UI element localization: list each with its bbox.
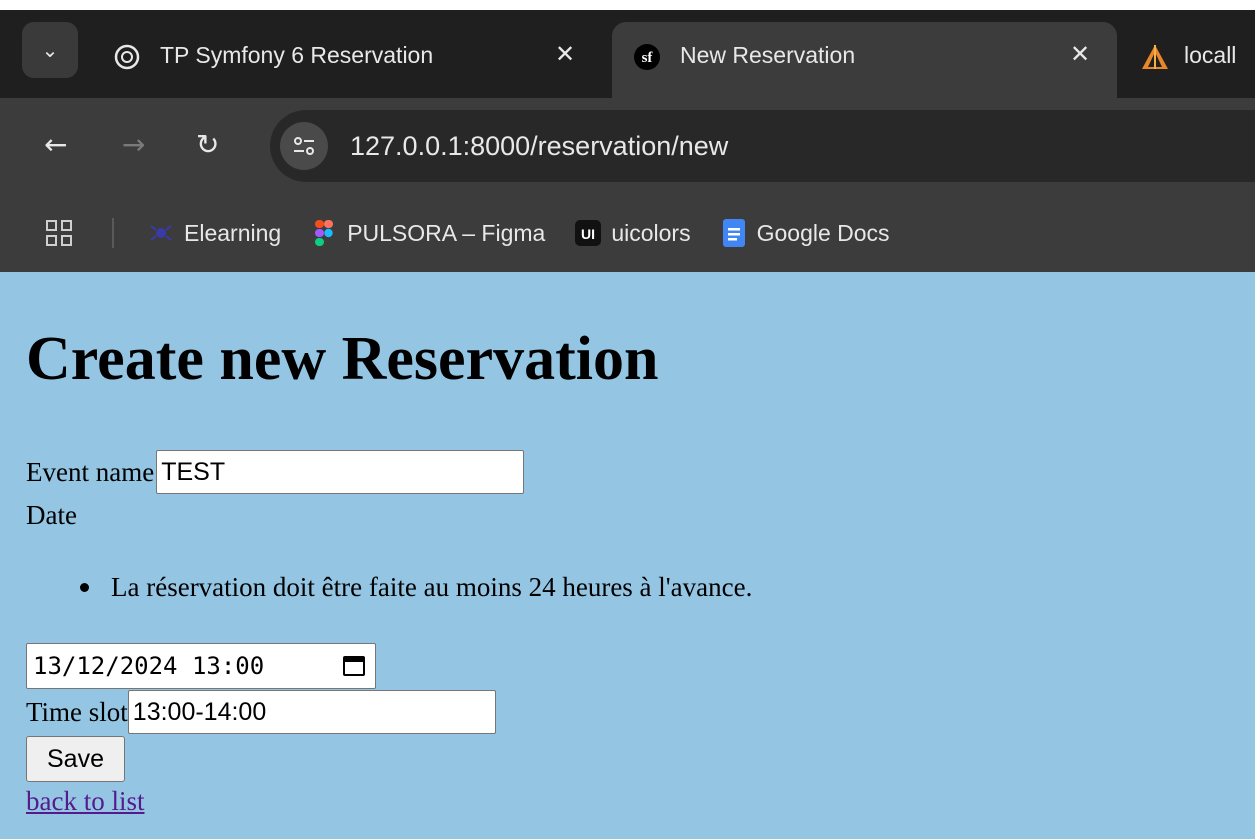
tab-title: TP Symfony 6 Reservation	[160, 42, 434, 68]
page-content: Create new Reservation Event name TEST D…	[0, 272, 1255, 839]
symfony-icon: sf	[632, 42, 662, 72]
bookmark-uicolors[interactable]: UI uicolors	[575, 219, 691, 247]
calendar-icon[interactable]	[343, 656, 365, 676]
url-text: 127.0.0.1:8000/reservation/new	[350, 130, 729, 161]
close-icon[interactable]: ✕	[555, 40, 575, 69]
svg-text:sf: sf	[642, 50, 654, 66]
site-settings-icon[interactable]	[280, 122, 328, 170]
reload-icon[interactable]: ↻	[196, 128, 219, 161]
event-name-label: Event name	[26, 456, 155, 487]
bookmark-label: Google Docs	[756, 219, 890, 246]
time-slot-label: Time slot	[26, 696, 128, 727]
time-slot-value: 13:00-14:00	[132, 697, 267, 726]
bookmark-label: uicolors	[611, 219, 691, 246]
date-error-list: La réservation doit être faite au moins …	[80, 572, 752, 603]
date-label: Date	[26, 500, 77, 530]
date-input-row: 13/12/2024 13:00	[26, 643, 376, 689]
bookmarks-bar: Elearning PULSORA – Figma UI uicolors Go…	[0, 194, 1255, 272]
tab-tp-symfony[interactable]: TP Symfony 6 Reservation ✕	[112, 22, 610, 98]
bookmark-pulsora-figma[interactable]: PULSORA – Figma	[311, 220, 545, 247]
bookmarks-divider	[112, 218, 114, 248]
time-slot-input[interactable]: 13:00-14:00	[127, 690, 496, 734]
page-title: Create new Reservation	[26, 325, 659, 393]
window-top-strip	[0, 0, 1255, 10]
bookmark-label: PULSORA – Figma	[347, 219, 546, 246]
date-error-message: La réservation doit être faite au moins …	[111, 572, 753, 602]
chatgpt-icon	[112, 42, 142, 72]
bullet-icon	[80, 583, 89, 592]
chevron-down-icon: ⌄	[41, 38, 59, 62]
tab-title: New Reservation	[680, 42, 856, 68]
close-icon[interactable]: ✕	[1070, 40, 1090, 69]
time-slot-row: Time slot 13:00-14:00	[26, 690, 496, 734]
svg-text:UI: UI	[581, 226, 595, 242]
browser-chrome: ⌄ TP Symfony 6 Reservation ✕ sf New Rese…	[0, 0, 1255, 272]
save-button[interactable]: Save	[26, 736, 125, 782]
bookmark-label: Elearning	[184, 219, 282, 246]
figma-icon	[311, 220, 337, 246]
uicolors-icon: UI	[575, 220, 602, 246]
xampp-icon	[1140, 42, 1170, 72]
elearning-icon	[148, 220, 174, 246]
bookmark-google-docs[interactable]: Google Docs	[721, 219, 890, 247]
toolbar: ← → ↻ 127.0.0.1:8000/reservation/new	[0, 98, 1255, 194]
save-button-label: Save	[47, 744, 104, 773]
event-name-input[interactable]: TEST	[156, 450, 525, 494]
forward-arrow-icon[interactable]: →	[122, 128, 145, 161]
apps-grid-icon[interactable]	[46, 220, 72, 246]
date-label-row: Date	[26, 500, 77, 531]
bookmark-elearning[interactable]: Elearning	[148, 220, 281, 247]
date-input[interactable]: 13/12/2024 13:00	[26, 643, 376, 689]
date-value: 13/12/2024 13:00	[33, 652, 265, 680]
tab-localhost[interactable]: locall	[1140, 22, 1255, 98]
back-arrow-icon[interactable]: ←	[44, 128, 67, 161]
event-name-value: TEST	[161, 457, 226, 486]
tab-new-reservation[interactable]: sf New Reservation ✕	[612, 22, 1117, 98]
back-to-list-link[interactable]: back to list	[26, 786, 144, 817]
address-bar[interactable]: 127.0.0.1:8000/reservation/new	[270, 110, 1255, 182]
tab-title: locall	[1184, 42, 1237, 68]
tab-search-button[interactable]: ⌄	[22, 22, 78, 78]
event-name-row: Event name TEST	[26, 450, 525, 494]
google-docs-icon	[721, 219, 747, 247]
tab-bar: ⌄ TP Symfony 6 Reservation ✕ sf New Rese…	[0, 10, 1255, 98]
